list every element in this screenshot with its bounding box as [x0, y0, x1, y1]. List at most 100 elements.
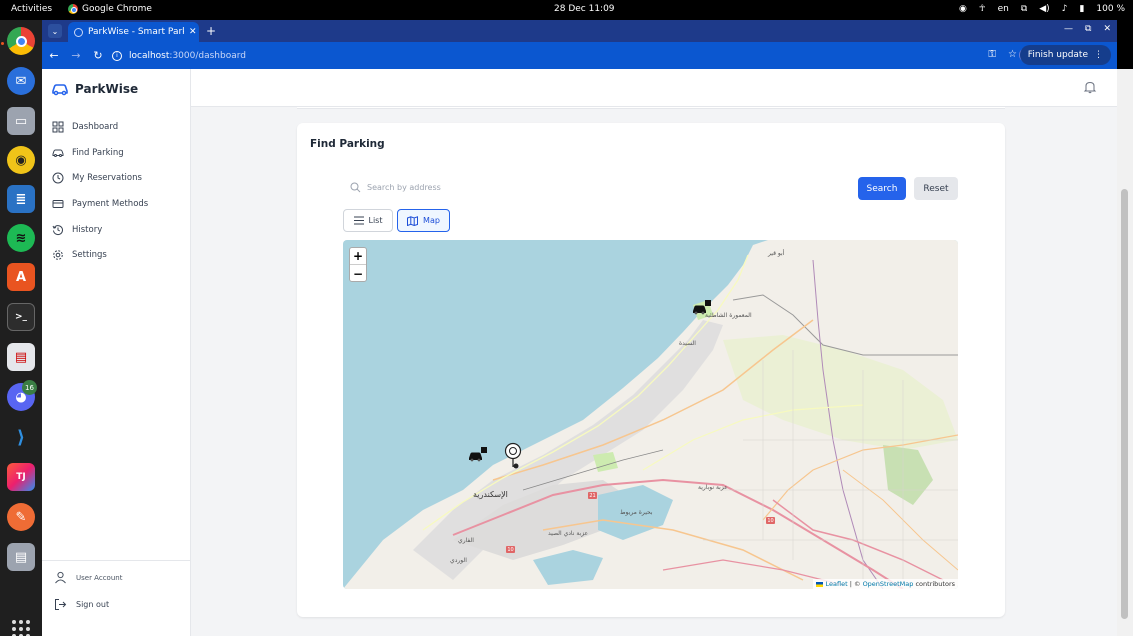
bell-icon[interactable] [1083, 80, 1097, 94]
sidebar-item-find-parking[interactable]: Find Parking [52, 140, 148, 166]
zoom-control: + − [349, 247, 367, 282]
sidebar-item-label: Find Parking [72, 147, 124, 158]
files-icon[interactable]: ▭ [7, 107, 35, 135]
map-label-nadi: عزبة نادي الصيد [548, 530, 589, 537]
car-logo-icon [52, 84, 68, 96]
browser-toolbar: ← → ↻ i localhost:3000/dashboard ⚿ ☆ M F… [42, 42, 1117, 69]
road-number-shield: 10 [506, 546, 515, 553]
kebab-menu-icon: ⋮ [1094, 50, 1103, 60]
libreoffice-writer-icon[interactable]: ≣ [7, 185, 35, 213]
show-apps-icon[interactable] [12, 620, 30, 636]
close-window-icon[interactable]: ✕ [1103, 24, 1111, 34]
zoom-in-button[interactable]: + [350, 248, 366, 265]
disk-icon[interactable]: ▤ [7, 543, 35, 571]
find-parking-title: Find Parking [310, 138, 385, 150]
battery-icon[interactable]: ▮ [1079, 4, 1084, 14]
scrollbar-thumb[interactable] [1121, 189, 1128, 619]
system-tray[interactable]: ◉ ☥ en ⧉ ◀) ♪ ▮ 100 % [959, 4, 1125, 14]
tray-app-icon[interactable]: ◉ [959, 4, 967, 14]
active-app-menu[interactable]: Google Chrome [68, 4, 152, 14]
dashboard-grid-icon [52, 121, 64, 133]
map-icon [407, 215, 419, 226]
reload-icon[interactable]: ↻ [88, 49, 108, 62]
text-editor-icon[interactable]: ▤ [7, 343, 35, 371]
battery-percent: 100 % [1096, 4, 1125, 14]
zoom-out-button[interactable]: − [350, 265, 366, 282]
previous-card-edge [297, 107, 1005, 109]
sidebar-nav: Dashboard Find Parking My Reservations P… [52, 114, 148, 268]
attribution-separator: | © [847, 580, 863, 588]
terminal-icon[interactable]: >_ [7, 303, 35, 331]
search-button[interactable]: Search [858, 177, 906, 200]
map-label-mamoura: المعمورة الشاطئية [705, 312, 752, 319]
search-input[interactable] [367, 182, 817, 192]
postman-icon[interactable]: ✎ [7, 503, 35, 531]
leaflet-link[interactable]: Leaflet [826, 580, 848, 588]
ukraine-flag-icon [816, 581, 824, 587]
site-info-icon[interactable]: i [112, 50, 122, 61]
osm-link[interactable]: OpenStreetMap [863, 580, 914, 588]
reset-button[interactable]: Reset [914, 177, 958, 200]
browser-tab[interactable]: ParkWise - Smart Parking ✕ [68, 22, 199, 42]
new-tab-plus-icon[interactable]: + [206, 24, 216, 38]
password-key-icon[interactable]: ⚿ [988, 49, 996, 60]
map-label-road: عزبة نوبارية [698, 484, 728, 491]
running-indicator [1, 42, 4, 45]
forward-arrow-icon[interactable]: → [66, 49, 86, 62]
activities-button[interactable]: Activities [11, 4, 52, 14]
app-center-icon[interactable]: A [7, 263, 35, 291]
sidebar: ParkWise Dashboard Find Parking My Reser… [42, 69, 191, 636]
chrome-dock-icon[interactable] [7, 27, 35, 55]
sidebar-item-dashboard[interactable]: Dashboard [52, 114, 148, 140]
list-icon [353, 216, 364, 225]
url-path: :3000/dashboard [169, 50, 246, 61]
intellij-icon[interactable]: TJ [7, 463, 35, 491]
user-location-marker-icon[interactable] [504, 442, 522, 470]
minimize-icon[interactable]: — [1064, 24, 1073, 34]
sidebar-item-payment-methods[interactable]: Payment Methods [52, 191, 148, 217]
network-icon[interactable]: ⧉ [1021, 4, 1027, 14]
sidebar-item-settings[interactable]: Settings [52, 242, 148, 268]
close-tab-icon[interactable]: ✕ [189, 27, 197, 37]
accessibility-icon[interactable]: ☥ [979, 4, 986, 14]
sidebar-item-label: My Reservations [72, 173, 142, 184]
list-view-toggle[interactable]: List [343, 209, 393, 232]
search-field[interactable] [344, 175, 849, 199]
vscode-icon[interactable]: ⟩ [7, 423, 35, 451]
page-viewport: ParkWise Dashboard Find Parking My Reser… [42, 69, 1117, 636]
volume-icon[interactable]: ◀) [1039, 4, 1049, 14]
clock[interactable]: 28 Dec 11:09 [554, 4, 615, 14]
input-language[interactable]: en [998, 4, 1009, 14]
thunderbird-icon[interactable]: ✉ [7, 67, 35, 95]
sidebar-item-history[interactable]: History [52, 217, 148, 243]
sidebar-item-label: Payment Methods [72, 198, 149, 209]
address-bar[interactable]: i localhost:3000/dashboard [112, 45, 1022, 66]
rhythmbox-icon[interactable]: ◉ [7, 146, 35, 174]
spotify-icon[interactable]: ≋ [7, 224, 35, 252]
parking-car-marker-icon[interactable] [468, 447, 488, 462]
page-scrollbar[interactable] [1117, 69, 1133, 636]
microphone-icon[interactable]: ♪ [1062, 4, 1068, 14]
find-parking-card: Find Parking Search Reset List Map [297, 123, 1005, 617]
bookmark-star-icon[interactable]: ☆ [1008, 49, 1017, 60]
sign-out-label: Sign out [76, 600, 110, 609]
user-account[interactable]: User Account [54, 571, 191, 584]
chrome-icon [68, 4, 78, 14]
map-attribution: Leaflet | © OpenStreetMap contributors [813, 579, 958, 589]
tab-search-chevron-icon[interactable]: ⌄ [48, 24, 62, 38]
parking-map[interactable]: + − الإسكندرية أبو قير المعمورة الشاطئية… [343, 240, 958, 589]
restore-icon[interactable]: ⧉ [1085, 24, 1091, 34]
map-view-toggle[interactable]: Map [397, 209, 450, 232]
user-icon [55, 571, 66, 584]
back-arrow-icon[interactable]: ← [44, 49, 64, 62]
sidebar-item-label: Settings [72, 250, 107, 261]
user-account-label: User Account [76, 573, 123, 582]
globe-icon [74, 27, 83, 37]
sidebar-item-my-reservations[interactable]: My Reservations [52, 165, 148, 191]
brand[interactable]: ParkWise [51, 82, 138, 96]
road-number-shield: 10 [766, 517, 775, 524]
finish-update-button[interactable]: Finish update ⋮ [1019, 45, 1111, 65]
discord-badge: 16 [22, 380, 37, 395]
sign-out-button[interactable]: Sign out [54, 598, 191, 611]
history-icon [52, 224, 63, 235]
